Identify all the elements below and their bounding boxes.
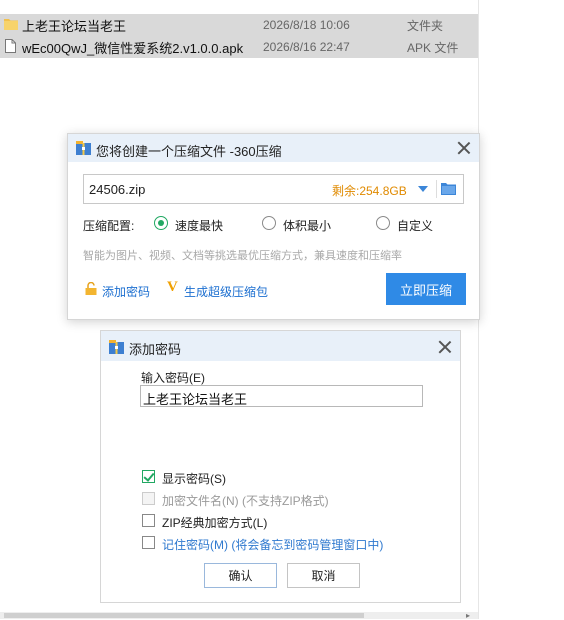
file-date: 2026/8/16 22:47 (263, 40, 350, 54)
zip-classic-encryption-label[interactable]: ZIP经典加密方式(L) (162, 514, 267, 531)
compress-dialog-title: 您将创建一个压缩文件 -360压缩 (96, 144, 282, 159)
compress-now-button[interactable]: 立即压缩 (386, 273, 466, 305)
password-input-label: 输入密码(E) (141, 371, 205, 385)
radio-fastest-label[interactable]: 速度最快 (175, 217, 223, 234)
archive-app-icon (76, 141, 91, 155)
file-row-apk[interactable]: wEc00QwJ_微信性爱系统2.v1.0.0.apk 2026/8/16 22… (0, 36, 478, 58)
radio-smallest-label[interactable]: 体积最小 (283, 217, 331, 234)
dropdown-arrow-icon[interactable] (418, 186, 428, 192)
confirm-button[interactable]: 确认 (204, 563, 277, 588)
divider (436, 180, 437, 198)
remember-password-label[interactable]: 记住密码(M) (将会备忘到密码管理窗口中) (162, 536, 383, 553)
file-icon (5, 39, 16, 53)
compress-config-label: 压缩配置: (83, 219, 135, 233)
super-pack-link[interactable]: 生成超级压缩包 (184, 283, 268, 300)
archive-app-icon (109, 340, 124, 354)
show-password-checkbox[interactable] (142, 470, 155, 483)
compress-dialog-titlebar[interactable]: 您将创建一个压缩文件 -360压缩 (68, 134, 479, 162)
file-name: wEc00QwJ_微信性爱系统2.v1.0.0.apk (22, 40, 244, 56)
zip-classic-encryption-checkbox[interactable] (142, 514, 155, 527)
lock-icon[interactable] (84, 282, 98, 295)
radio-fastest[interactable] (154, 216, 168, 230)
close-icon[interactable] (438, 340, 452, 354)
vip-badge-icon: V (167, 279, 178, 295)
cancel-button[interactable]: 取消 (287, 563, 360, 588)
password-input[interactable]: 上老王论坛当老王 (140, 385, 423, 407)
radio-smallest[interactable] (262, 216, 276, 230)
side-pane (478, 0, 564, 619)
folder-icon (4, 19, 18, 30)
password-dialog-title: 添加密码 (129, 342, 182, 357)
remember-password-checkbox[interactable] (142, 536, 155, 549)
add-password-link[interactable]: 添加密码 (102, 283, 150, 300)
compress-dialog: 您将创建一个压缩文件 -360压缩 24506.zip 剩余:254.8GB 压… (67, 133, 480, 320)
archive-name-input[interactable]: 24506.zip 剩余:254.8GB (83, 174, 464, 204)
compress-hint: 智能为图片、视频、文档等挑选最优压缩方式，兼具速度和压缩率 (83, 250, 402, 262)
add-password-dialog: 添加密码 输入密码(E) 上老王论坛当老王 显示密码(S) 加密文件名(N) (… (100, 330, 461, 603)
scrollbar-thumb[interactable] (4, 613, 364, 618)
file-row-folder[interactable]: 上老王论坛当老王 2026/8/18 10:06 文件夹 (0, 14, 478, 36)
encrypt-filename-checkbox[interactable] (142, 492, 155, 505)
show-password-label[interactable]: 显示密码(S) (162, 470, 226, 487)
browse-folder-icon[interactable] (441, 182, 456, 195)
password-dialog-titlebar[interactable]: 添加密码 (101, 331, 460, 361)
archive-name-value: 24506.zip (89, 182, 146, 197)
file-type: APK 文件 (407, 40, 459, 55)
horizontal-scrollbar[interactable] (0, 612, 478, 619)
free-space-label: 剩余:254.8GB (332, 184, 407, 198)
password-value: 上老王论坛当老王 (143, 392, 248, 407)
close-icon[interactable] (457, 141, 471, 155)
file-name: 上老王论坛当老王 (22, 18, 127, 34)
radio-custom-label[interactable]: 自定义 (397, 217, 433, 234)
radio-custom[interactable] (376, 216, 390, 230)
file-date: 2026/8/18 10:06 (263, 18, 350, 32)
encrypt-filename-label[interactable]: 加密文件名(N) (不支持ZIP格式) (162, 492, 329, 509)
file-type: 文件夹 (407, 18, 444, 33)
